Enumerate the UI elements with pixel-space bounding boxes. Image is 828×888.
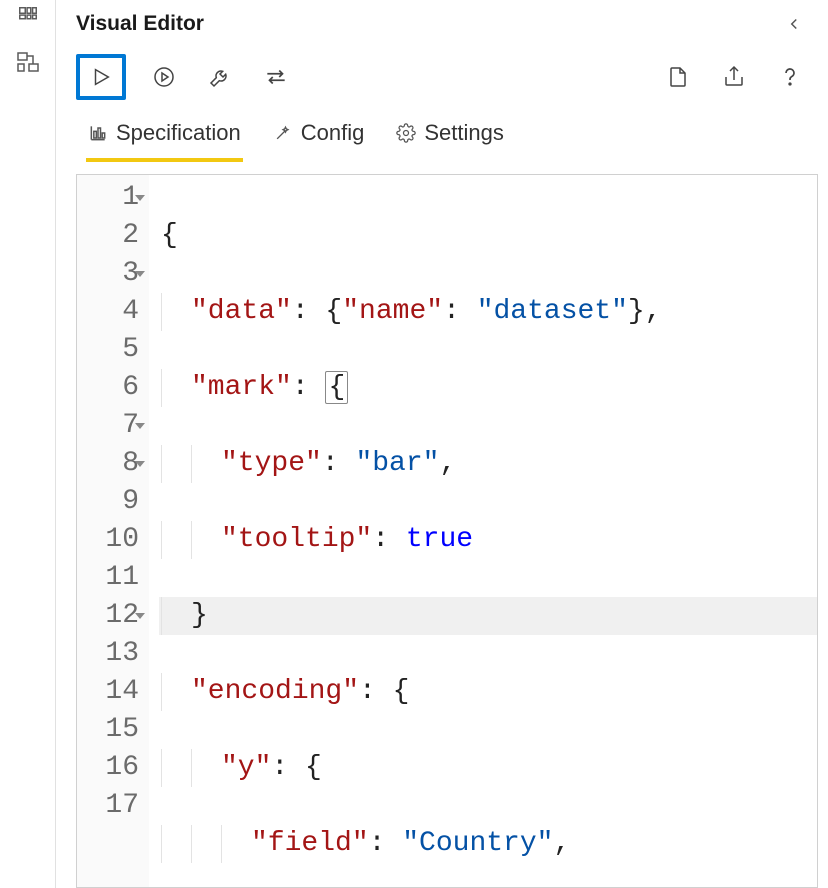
run-button[interactable] (76, 54, 126, 100)
line-number: 13 (93, 635, 139, 673)
line-number: 3 (93, 255, 139, 293)
line-number: 7 (93, 407, 139, 445)
export-button[interactable] (716, 59, 752, 95)
header: Visual Editor (76, 0, 818, 42)
tab-label: Config (301, 120, 365, 146)
code-area[interactable]: { "data": {"name": "dataset"}, "mark": {… (149, 175, 817, 887)
left-rail (0, 0, 56, 888)
line-number: 1 (93, 179, 139, 217)
tab-specification[interactable]: Specification (86, 114, 243, 162)
new-spec-button[interactable] (660, 59, 696, 95)
line-number: 10 (93, 521, 139, 559)
auto-run-button[interactable] (146, 59, 182, 95)
tab-label: Settings (424, 120, 504, 146)
line-number: 12 (93, 597, 139, 635)
line-number: 11 (93, 559, 139, 597)
data-model-icon[interactable] (14, 48, 42, 76)
help-button[interactable] (772, 59, 808, 95)
line-number: 5 (93, 331, 139, 369)
bar-chart-icon (88, 123, 108, 143)
main-panel: Visual Editor (56, 0, 828, 888)
line-number: 9 (93, 483, 139, 521)
line-number: 17 (93, 787, 139, 825)
collapse-chevron-icon[interactable] (780, 10, 808, 38)
code-editor[interactable]: 1234567891011121314151617 { "data": {"na… (76, 174, 818, 888)
toolbar-left (76, 54, 294, 100)
line-number: 15 (93, 711, 139, 749)
repair-button[interactable] (202, 59, 238, 95)
matrix-icon[interactable] (14, 2, 42, 30)
tab-label: Specification (116, 120, 241, 146)
line-number: 4 (93, 293, 139, 331)
line-number: 16 (93, 749, 139, 787)
line-number: 2 (93, 217, 139, 255)
line-number: 8 (93, 445, 139, 483)
map-fields-button[interactable] (258, 59, 294, 95)
toolbar (76, 42, 818, 110)
line-number-gutter: 1234567891011121314151617 (77, 175, 149, 887)
line-number: 14 (93, 673, 139, 711)
gear-icon (396, 123, 416, 143)
tab-config[interactable]: Config (271, 114, 367, 162)
magic-wand-icon (273, 123, 293, 143)
editor-tabs: Specification Config Settings (76, 110, 818, 162)
panel-title: Visual Editor (76, 12, 204, 36)
line-number: 6 (93, 369, 139, 407)
tab-settings[interactable]: Settings (394, 114, 506, 162)
toolbar-right (660, 59, 808, 95)
